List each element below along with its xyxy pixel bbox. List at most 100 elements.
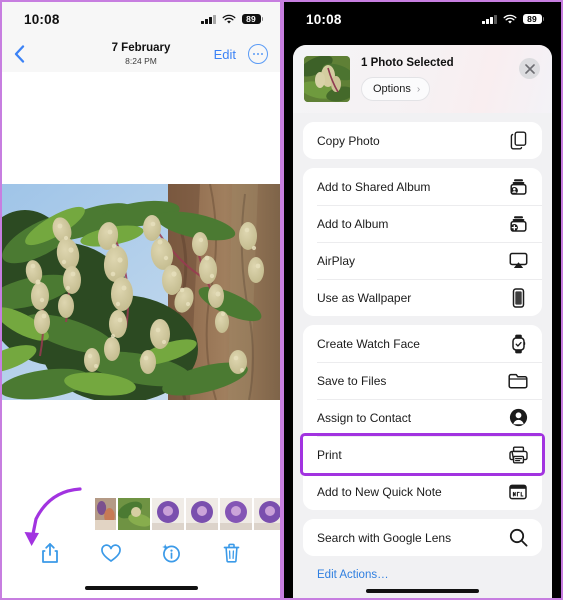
thumbnail-art (304, 56, 350, 102)
filmstrip-thumb[interactable] (118, 498, 150, 530)
right-status-bar: 10:08 89 (284, 2, 561, 36)
wifi-icon (503, 14, 516, 24)
status-bar-time: 10:08 (24, 11, 60, 27)
share-sheet: 1 Photo Selected Options › Copy Photo Ad… (293, 45, 552, 598)
printer-icon (507, 446, 529, 464)
info-sparkle-icon (162, 544, 181, 563)
row-label: AirPlay (317, 253, 356, 268)
row-label: Add to Album (317, 216, 389, 231)
share-action-assign-to-contact[interactable]: Assign to Contact (303, 399, 542, 436)
share-action-save-to-files[interactable]: Save to Files (303, 362, 542, 399)
row-label: Search with Google Lens (317, 530, 452, 545)
row-label: Print (317, 447, 342, 462)
share-button[interactable] (33, 538, 67, 568)
selection-title: 1 Photo Selected (361, 57, 454, 69)
row-label: Assign to Contact (317, 410, 412, 425)
share-action-add-to-new-quick-note[interactable]: Add to New Quick Note (303, 473, 542, 510)
share-action-add-to-shared-album[interactable]: Add to Shared Album (303, 168, 542, 205)
dual-phone-screenshot: 10:08 89 7 February 8:24 PM Edit 10:08 8… (0, 0, 563, 600)
share-action-search-with-google-lens[interactable]: Search with Google Lens (303, 519, 542, 556)
shared-album-icon (507, 178, 529, 196)
row-label: Copy Photo (317, 133, 380, 148)
row-label: Save to Files (317, 373, 387, 388)
photo-toolbar (2, 531, 280, 575)
share-action-add-to-album[interactable]: Add to Album (303, 205, 542, 242)
share-action-airplay[interactable]: AirPlay (303, 242, 542, 279)
wallpaper-iphone-icon (507, 287, 529, 308)
folder-icon (507, 373, 529, 389)
battery-icon: 89 (241, 13, 263, 25)
share-action-use-as-wallpaper[interactable]: Use as Wallpaper (303, 279, 542, 316)
edit-actions-link[interactable]: Edit Actions… (293, 556, 552, 581)
options-button[interactable]: Options › (361, 77, 431, 101)
share-sheet-backdrop: 1 Photo Selected Options › Copy Photo Ad… (284, 36, 561, 598)
filmstrip-thumb[interactable] (186, 498, 218, 530)
thumbnail-art (95, 498, 116, 530)
share-sheet-header: 1 Photo Selected Options › (293, 45, 552, 113)
favorite-button[interactable] (94, 538, 128, 568)
row-label: Create Watch Face (317, 336, 420, 351)
thumbnail-art (186, 498, 218, 530)
photo-artwork (2, 184, 280, 400)
content-spacer-top (2, 72, 280, 184)
thumbnail-art (152, 498, 184, 530)
wifi-icon (222, 14, 235, 24)
chevron-right-icon: › (416, 83, 421, 95)
mango-flower-photo[interactable] (2, 184, 280, 400)
cellular-bars-icon (201, 14, 216, 24)
row-label: Use as Wallpaper (317, 290, 412, 305)
thumbnail-art (118, 498, 150, 530)
close-icon (524, 63, 535, 74)
contact-person-icon (507, 408, 529, 427)
filmstrip-thumb[interactable] (152, 498, 184, 530)
share-action-group: Add to Shared Album Add to Album AirPlay… (303, 168, 542, 316)
ellipsis-circle-icon[interactable] (248, 44, 268, 64)
filmstrip-thumb[interactable] (220, 498, 252, 530)
cellular-bars-icon (482, 14, 497, 24)
left-home-indicator-area (2, 575, 280, 598)
share-upload-icon (42, 543, 59, 563)
copy-icon (507, 131, 529, 150)
thumbnail-art (220, 498, 252, 530)
options-label: Options (373, 83, 411, 95)
home-indicator (366, 588, 479, 593)
airplay-icon (507, 252, 529, 269)
battery-percent: 89 (522, 13, 542, 25)
status-bar-indicators: 89 (482, 13, 544, 25)
share-action-print[interactable]: Print (300, 433, 545, 476)
content-spacer-bottom (2, 400, 280, 497)
right-phone-screen: 10:08 89 1 Photo Selected Options › Copy… (282, 0, 563, 600)
share-action-group: Search with Google Lens (303, 519, 542, 556)
share-sheet-header-text: 1 Photo Selected Options › (361, 56, 508, 101)
share-action-group: Create Watch Face Save to Files Assign t… (300, 325, 545, 510)
left-phone-screen: 10:08 89 7 February 8:24 PM Edit (0, 0, 282, 600)
thumbnail-art (254, 498, 280, 530)
chevron-left-icon (14, 45, 25, 63)
share-action-copy-photo[interactable]: Copy Photo (303, 122, 542, 159)
edit-button[interactable]: Edit (214, 47, 236, 62)
quick-note-icon (507, 484, 529, 500)
heart-icon (100, 543, 121, 562)
watch-icon (507, 334, 529, 354)
selected-photo-thumbnail[interactable] (304, 56, 350, 102)
left-status-bar: 10:08 89 (2, 2, 280, 36)
home-indicator (84, 585, 198, 591)
right-home-indicator-area (293, 588, 552, 593)
share-action-create-watch-face[interactable]: Create Watch Face (303, 325, 542, 362)
back-button[interactable] (14, 45, 25, 63)
status-bar-indicators: 89 (201, 13, 263, 25)
left-nav-bar: 7 February 8:24 PM Edit (2, 36, 280, 72)
row-label: Add to New Quick Note (317, 484, 442, 499)
trash-icon (223, 543, 240, 563)
filmstrip-thumb[interactable] (95, 498, 116, 530)
share-action-group: Copy Photo (303, 122, 542, 159)
delete-button[interactable] (215, 538, 249, 568)
add-album-icon (507, 215, 529, 233)
filmstrip-thumb[interactable] (254, 498, 280, 530)
magnifier-icon (507, 528, 529, 547)
info-button[interactable] (154, 538, 188, 568)
close-button[interactable] (519, 58, 540, 79)
row-label: Add to Shared Album (317, 179, 431, 194)
battery-icon: 89 (522, 13, 544, 25)
photo-filmstrip[interactable] (2, 497, 280, 531)
